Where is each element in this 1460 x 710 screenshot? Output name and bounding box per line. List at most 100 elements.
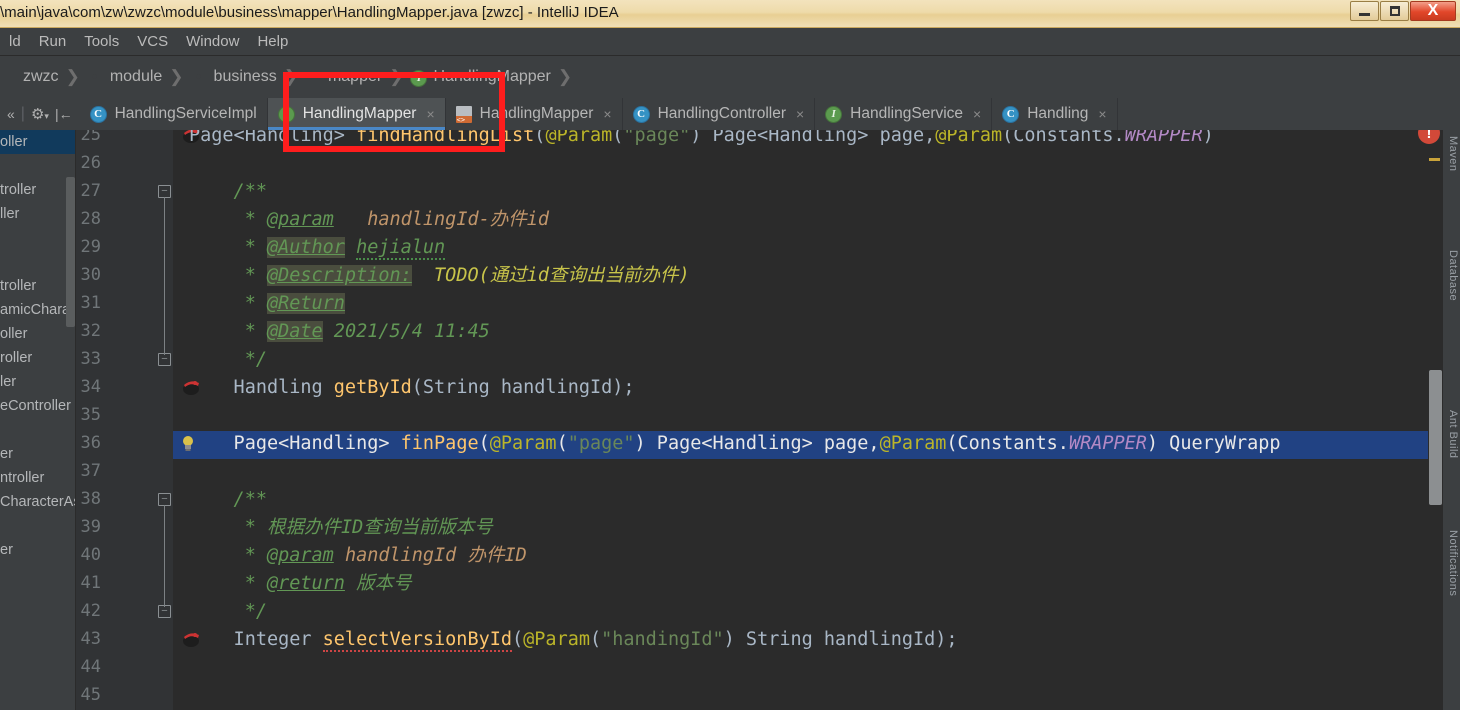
code-line[interactable]: Integer selectVersionById(@Param("handin…: [189, 626, 958, 654]
code-line[interactable]: */: [189, 346, 267, 374]
interface-icon: I: [410, 69, 428, 87]
code-line[interactable]: Page<Handling> finPage(@Param("page") Pa…: [189, 430, 1281, 458]
code-token: TODO(通过id查询出当前办件): [434, 265, 690, 286]
tab-handlingmapper-java[interactable]: I HandlingMapper ×: [267, 98, 446, 130]
code-token: /**: [189, 489, 267, 510]
code-token: ) String handlingId);: [723, 629, 958, 650]
stripe-mark[interactable]: [1429, 158, 1440, 161]
menu-run[interactable]: Run: [30, 30, 76, 53]
tab-handlingmapper-xml[interactable]: HandlingMapper ×: [446, 98, 623, 130]
code-line[interactable]: /**: [189, 486, 267, 514]
code-line[interactable]: * @Author hejialun: [189, 234, 446, 262]
code-token: *: [189, 293, 267, 314]
breadcrumb-item-handlingmapper[interactable]: I HandlingMapper: [410, 68, 551, 87]
breadcrumb-separator: ❯: [65, 67, 80, 86]
code-token: (: [478, 433, 490, 454]
code-line[interactable]: * @param handlingId-办件id: [189, 206, 549, 234]
fold-region-line: [164, 505, 165, 607]
tool-window-button[interactable]: Notifications: [1443, 530, 1459, 596]
code-token: Page<Handling>: [189, 433, 401, 454]
code-token: ): [1202, 130, 1214, 146]
line-number: 41: [80, 573, 101, 593]
line-number: 30: [80, 265, 101, 285]
code-token: getById: [333, 377, 412, 398]
breadcrumb-item-mapper[interactable]: mapper: [305, 68, 382, 86]
code-token: WRAPPER: [1068, 433, 1147, 454]
editor-area: oller troller ller troller amicCharac oller ro…: [0, 130, 1460, 710]
code-token: */: [189, 349, 267, 370]
breadcrumb-item-zwzc[interactable]: zwzc: [0, 68, 59, 86]
breadcrumb-item-business[interactable]: business: [191, 68, 277, 86]
title-bar: \main\java\com\zw\zwzc\module\business\m…: [0, 0, 1460, 28]
code-line[interactable]: Page<Handling> findHandlingList(@Param("…: [189, 130, 1214, 150]
tool-window-button[interactable]: Ant Build: [1443, 410, 1459, 459]
menu-tools[interactable]: Tools: [75, 30, 128, 53]
close-button[interactable]: X: [1410, 1, 1456, 21]
code-token: handlingId 办件ID: [344, 545, 527, 566]
code-content[interactable]: Page<Handling> findHandlingList(@Param("…: [173, 130, 1460, 710]
tab-label: HandlingService: [850, 105, 964, 122]
code-token: @return: [266, 573, 345, 594]
minimize-button[interactable]: [1350, 1, 1379, 21]
code-line[interactable]: * @return 版本号: [189, 570, 412, 598]
menu-vcs[interactable]: VCS: [128, 30, 177, 53]
tab-close-icon[interactable]: ×: [796, 106, 804, 122]
code-token: 2021/5/4 11:45: [322, 321, 490, 342]
line-number: 33: [80, 349, 101, 369]
tab-close-icon[interactable]: ×: [603, 106, 611, 122]
code-token: @param: [266, 209, 334, 230]
menu-build[interactable]: ld: [0, 30, 30, 53]
tab-label: HandlingController: [657, 105, 786, 122]
tab-handlingservice[interactable]: I HandlingService ×: [815, 98, 993, 130]
tab-label: HandlingServiceImpl: [114, 105, 257, 122]
line-number: 27: [80, 181, 101, 201]
editor-scrollbar[interactable]: [1429, 370, 1442, 505]
collapse-icon[interactable]: «: [7, 106, 15, 122]
tab-handling[interactable]: C Handling ×: [992, 98, 1118, 130]
menu-help[interactable]: Help: [248, 30, 297, 53]
code-line[interactable]: * @Date 2021/5/4 11:45: [189, 318, 490, 346]
code-line[interactable]: */: [189, 598, 267, 626]
tab-handlingserviceimpl[interactable]: C HandlingServiceImpl: [80, 98, 268, 130]
breadcrumb-separator: ❯: [389, 67, 404, 86]
tab-close-icon[interactable]: ×: [1098, 106, 1106, 122]
line-number: 42: [80, 601, 101, 621]
tool-window-button[interactable]: Database: [1443, 250, 1459, 301]
editor-gutter[interactable]: 25 26 27 28 29 30 31 32 33 34 35 36 37 38 39 40 41 42 43 44…: [76, 130, 199, 710]
class-icon: C: [1002, 105, 1020, 123]
menu-window[interactable]: Window: [177, 30, 248, 53]
maximize-button[interactable]: [1380, 1, 1409, 21]
tab-handlingcontroller[interactable]: C HandlingController ×: [623, 98, 816, 130]
code-line[interactable]: /**: [189, 178, 267, 206]
breadcrumb-label: zwzc: [23, 68, 59, 85]
tab-close-icon[interactable]: ×: [973, 106, 981, 122]
interface-icon: I: [277, 105, 295, 123]
code-token: @param: [266, 545, 334, 566]
code-token: ) QueryWrapp: [1146, 433, 1281, 454]
intellij-window: \main\java\com\zw\zwzc\module\business\m…: [0, 0, 1460, 710]
tool-window-button[interactable]: Maven: [1443, 136, 1459, 172]
code-token: selectVersionById: [322, 629, 513, 652]
breadcrumb-item-module[interactable]: module: [87, 68, 162, 86]
code-token: *: [189, 545, 267, 566]
code-token: "handingId": [601, 629, 724, 650]
code-line[interactable]: Handling getById(String handlingId);: [189, 374, 635, 402]
window-controls: X: [1350, 1, 1456, 21]
breadcrumb-label: HandlingMapper: [433, 68, 551, 85]
tab-close-icon[interactable]: ×: [426, 106, 434, 122]
tab-label: HandlingMapper: [479, 105, 594, 122]
intention-bulb-icon[interactable]: [181, 435, 195, 453]
hide-icon[interactable]: |←: [55, 106, 73, 122]
line-number: 45: [80, 685, 101, 705]
code-line[interactable]: * @Description: TODO(通过id查询出当前办件): [189, 262, 690, 290]
code-line[interactable]: * @Return: [189, 290, 345, 318]
code-line[interactable]: * 根据办件ID查询当前版本号: [189, 514, 493, 542]
xml-file-icon: [455, 105, 472, 124]
gear-icon[interactable]: ⚙▾: [31, 105, 49, 123]
code-token: @Param: [545, 130, 613, 146]
code-token: (String handlingId);: [411, 377, 635, 398]
code-line[interactable]: * @param handlingId 办件ID: [189, 542, 527, 570]
code-token: findHandlingList: [356, 130, 535, 146]
